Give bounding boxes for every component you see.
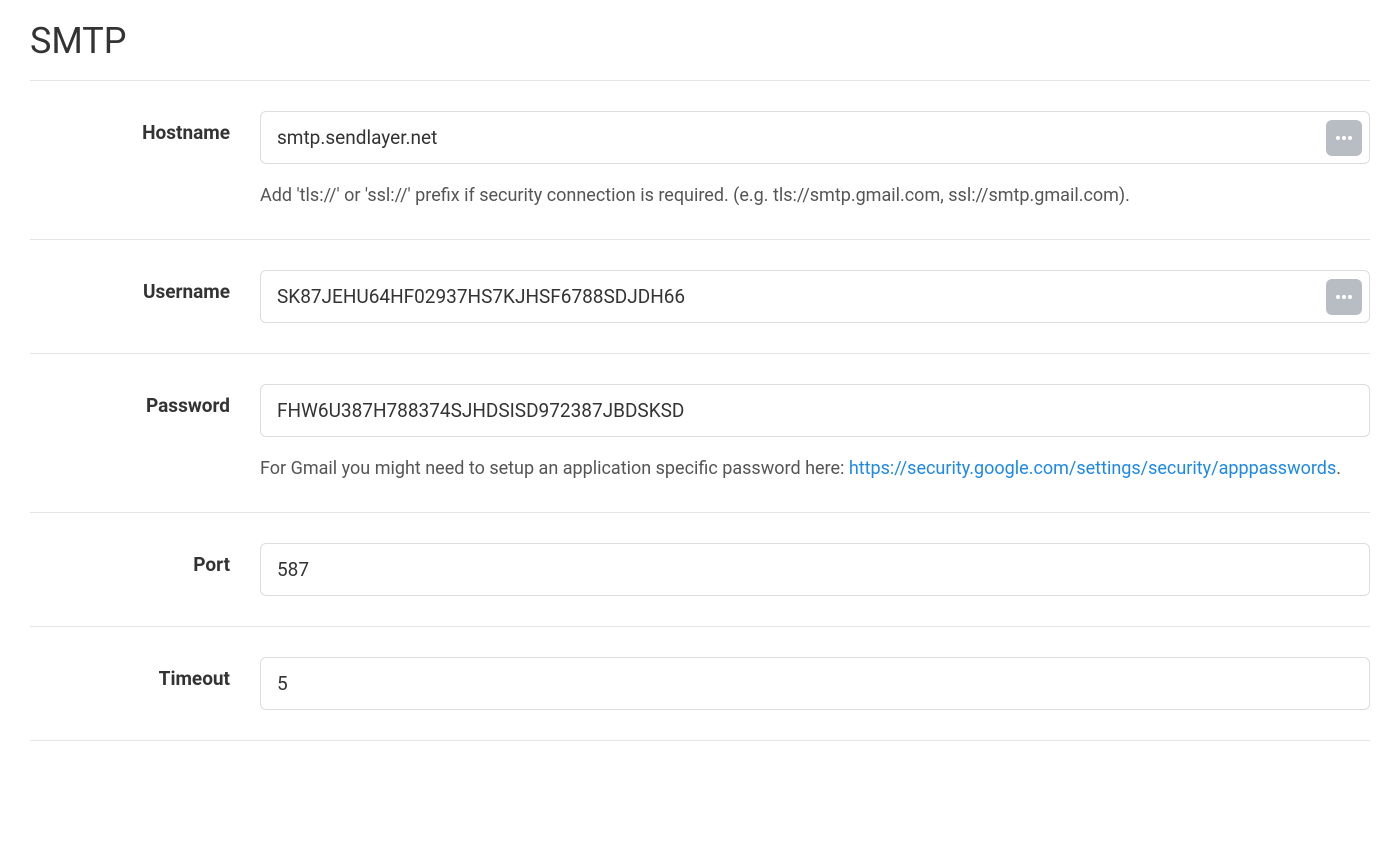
hostname-input[interactable]: [260, 111, 1370, 164]
page-title: SMTP: [30, 20, 1370, 81]
username-row: Username: [30, 240, 1370, 354]
password-input[interactable]: [260, 384, 1370, 437]
timeout-input[interactable]: [260, 657, 1370, 710]
more-options-icon: [1334, 293, 1354, 301]
timeout-label: Timeout: [159, 667, 230, 690]
password-help-prefix: For Gmail you might need to setup an app…: [260, 458, 849, 479]
port-input[interactable]: [260, 543, 1370, 596]
port-label: Port: [193, 553, 230, 576]
password-row: Password For Gmail you might need to set…: [30, 354, 1370, 513]
password-help-text: For Gmail you might need to setup an app…: [260, 455, 1370, 482]
hostname-help-text: Add 'tls://' or 'ssl://' prefix if secur…: [260, 182, 1370, 209]
hostname-options-button[interactable]: [1326, 120, 1362, 156]
timeout-row: Timeout: [30, 627, 1370, 741]
password-help-link[interactable]: https://security.google.com/settings/sec…: [849, 458, 1336, 479]
username-label: Username: [143, 280, 230, 303]
password-label: Password: [146, 394, 230, 417]
hostname-row: Hostname Add 'tls://' or 'ssl://' prefix…: [30, 81, 1370, 240]
more-options-icon: [1334, 134, 1354, 142]
hostname-label: Hostname: [142, 121, 230, 144]
username-input[interactable]: [260, 270, 1370, 323]
username-options-button[interactable]: [1326, 279, 1362, 315]
port-row: Port: [30, 513, 1370, 627]
password-help-suffix: .: [1336, 458, 1341, 479]
